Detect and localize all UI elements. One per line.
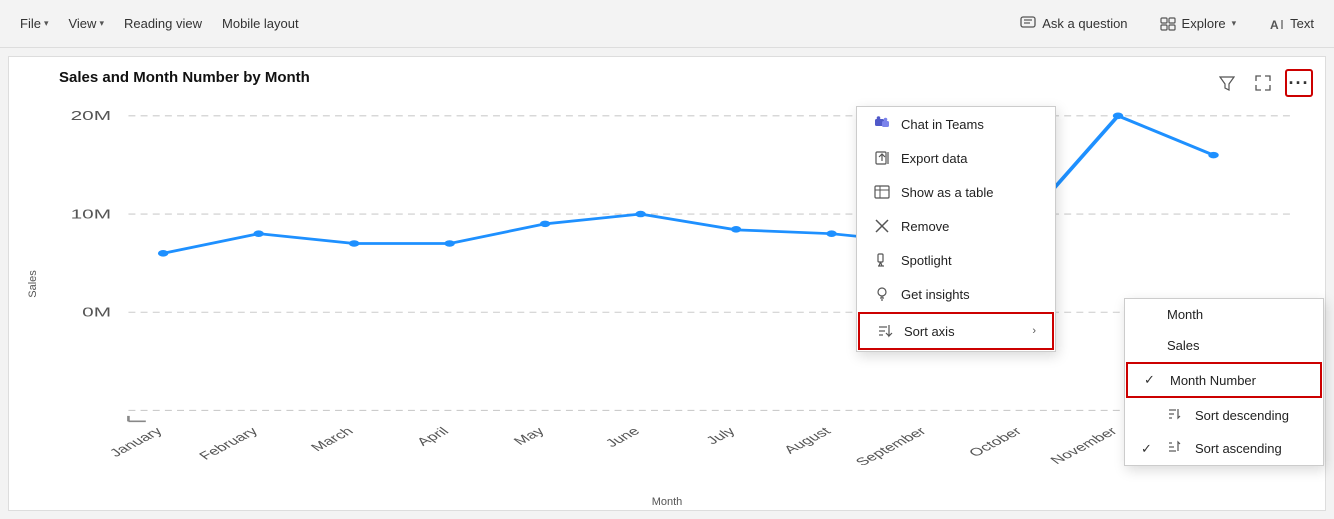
- svg-text:January: January: [107, 425, 167, 460]
- sort-descending-icon: [1167, 407, 1181, 424]
- svg-text:April: April: [414, 425, 453, 448]
- topbar-right: Ask a question Explore ▾ A Text: [1012, 12, 1322, 36]
- filter-icon: [1219, 75, 1235, 91]
- chat-icon: [1020, 16, 1036, 32]
- spotlight-label: Spotlight: [901, 253, 952, 268]
- export-data-label: Export data: [901, 151, 968, 166]
- explore-icon: [1160, 16, 1176, 32]
- remove-label: Remove: [901, 219, 949, 234]
- y-axis-label: Sales: [27, 270, 39, 298]
- month-label: Month: [1167, 307, 1203, 322]
- ask-question-button[interactable]: Ask a question: [1012, 12, 1135, 36]
- svg-text:November: November: [1047, 425, 1121, 465]
- expand-button[interactable]: [1249, 69, 1277, 97]
- lightbulb-icon: [873, 285, 891, 303]
- month-subitem[interactable]: Month: [1125, 299, 1323, 330]
- show-as-table-item[interactable]: Show as a table: [857, 175, 1055, 209]
- svg-text:March: March: [308, 425, 357, 454]
- chart-icons: ···: [1213, 69, 1313, 97]
- export-icon: [873, 149, 891, 167]
- reading-view-menu[interactable]: Reading view: [116, 12, 210, 35]
- show-as-table-label: Show as a table: [901, 185, 994, 200]
- sort-axis-icon: [876, 322, 894, 340]
- text-label: Text: [1290, 16, 1314, 31]
- reading-view-label: Reading view: [124, 16, 202, 31]
- sort-ascending-icon: [1167, 440, 1181, 457]
- text-icon: A: [1268, 16, 1284, 32]
- get-insights-item[interactable]: Get insights: [857, 277, 1055, 311]
- svg-text:August: August: [781, 425, 835, 456]
- month-number-label: Month Number: [1170, 373, 1256, 388]
- context-menu: Chat in Teams Export data S: [856, 106, 1056, 352]
- svg-text:July: July: [703, 425, 740, 447]
- sales-label: Sales: [1167, 338, 1200, 353]
- mobile-layout-label: Mobile layout: [222, 16, 299, 31]
- chart-title: Sales and Month Number by Month: [59, 69, 1309, 86]
- svg-text:October: October: [966, 425, 1026, 459]
- x-axis-label: Month: [652, 496, 683, 508]
- ask-question-label: Ask a question: [1042, 16, 1127, 31]
- ellipsis-icon: ···: [1289, 73, 1310, 94]
- sort-axis-arrow: ›: [1032, 325, 1036, 337]
- svg-text:May: May: [511, 425, 549, 448]
- submenu: Month Sales ✓ Month Number Sort descendi…: [1124, 298, 1324, 466]
- explore-button[interactable]: Explore ▾: [1152, 12, 1245, 36]
- export-data-item[interactable]: Export data: [857, 141, 1055, 175]
- sort-ascending-check: ✓: [1141, 441, 1157, 457]
- file-menu[interactable]: File ▾: [12, 12, 56, 35]
- month-number-check: ✓: [1144, 372, 1160, 388]
- teams-icon: [873, 115, 891, 133]
- spotlight-icon: [873, 251, 891, 269]
- main-area: Sales and Month Number by Month Sales ··…: [0, 48, 1334, 519]
- more-options-button[interactable]: ···: [1285, 69, 1313, 97]
- chat-in-teams-item[interactable]: Chat in Teams: [857, 107, 1055, 141]
- view-label: View: [68, 16, 96, 31]
- file-label: File: [20, 16, 41, 31]
- topbar: File ▾ View ▾ Reading view Mobile layout…: [0, 0, 1334, 48]
- remove-item[interactable]: Remove: [857, 209, 1055, 243]
- table-icon: [873, 183, 891, 201]
- text-button[interactable]: A Text: [1260, 12, 1322, 36]
- filter-button[interactable]: [1213, 69, 1241, 97]
- topbar-left: File ▾ View ▾ Reading view Mobile layout: [12, 12, 1012, 35]
- svg-text:20M: 20M: [71, 108, 111, 123]
- explore-label: Explore: [1182, 16, 1226, 31]
- chat-in-teams-label: Chat in Teams: [901, 117, 984, 132]
- sort-axis-label: Sort axis: [904, 324, 955, 339]
- sort-ascending-label: Sort ascending: [1195, 441, 1282, 456]
- view-menu[interactable]: View ▾: [60, 12, 111, 35]
- svg-text:June: June: [603, 425, 644, 449]
- explore-chevron: ▾: [1232, 18, 1237, 29]
- sort-descending-label: Sort descending: [1195, 408, 1289, 423]
- file-chevron: ▾: [44, 18, 49, 29]
- sort-descending-subitem[interactable]: Sort descending: [1125, 399, 1323, 432]
- spotlight-item[interactable]: Spotlight: [857, 243, 1055, 277]
- chart-svg: 20M 10M 0M January February March April …: [59, 94, 1309, 465]
- sort-axis-item[interactable]: Sort axis ›: [858, 312, 1054, 350]
- svg-text:0M: 0M: [82, 305, 111, 320]
- sort-ascending-subitem[interactable]: ✓ Sort ascending: [1125, 432, 1323, 465]
- view-chevron: ▾: [99, 18, 104, 29]
- svg-text:September: September: [853, 425, 930, 465]
- expand-icon: [1255, 75, 1271, 91]
- get-insights-label: Get insights: [901, 287, 970, 302]
- svg-text:10M: 10M: [71, 206, 111, 221]
- sales-subitem[interactable]: Sales: [1125, 330, 1323, 361]
- mobile-layout-menu[interactable]: Mobile layout: [214, 12, 307, 35]
- svg-text:February: February: [196, 425, 262, 463]
- remove-icon: [873, 217, 891, 235]
- month-number-subitem[interactable]: ✓ Month Number: [1126, 362, 1322, 398]
- svg-text:A: A: [1270, 18, 1279, 32]
